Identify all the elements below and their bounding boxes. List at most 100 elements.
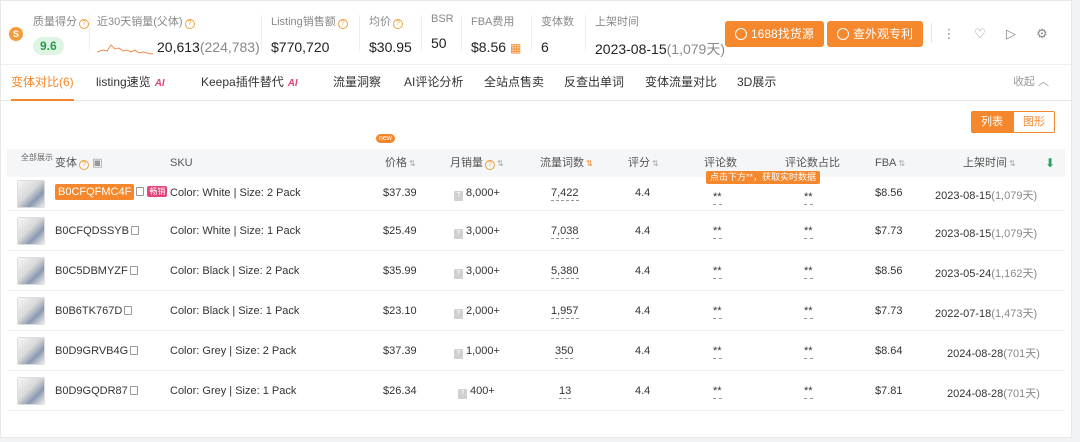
revenue-value: $770,720 <box>271 39 330 55</box>
sales-chart-icon[interactable]: ? <box>454 229 463 239</box>
sales-chart-icon[interactable]: ? <box>458 389 467 399</box>
col-launch[interactable]: 上架时间 ⇅ <box>963 149 1016 178</box>
tab-traffic-insight[interactable]: 流量洞察 <box>333 65 381 101</box>
table-row[interactable]: B0CFQDSSYB Color: White | Size: 1 Pack $… <box>7 211 1065 251</box>
traffic-words-cell[interactable]: 7,038 <box>551 225 579 239</box>
reviews-cell[interactable]: ** <box>713 225 722 239</box>
asin-link[interactable]: B0D9GQDR87 <box>55 385 128 397</box>
settings-icon[interactable]: ⚙ <box>1034 26 1050 42</box>
table-header: 全部展示 变体? ▣ SKU 价格 ⇅ 月销量? ⇅ 流量词数 ⇅ 评分 ⇅ 评论数 评… <box>7 149 1065 177</box>
reviews-cell[interactable]: ** <box>713 191 722 205</box>
tab-3d[interactable]: 3D展示 <box>737 65 776 101</box>
find-source-button[interactable]: 1688找货源 <box>725 21 824 47</box>
sales-chart-icon[interactable]: ? <box>454 269 463 279</box>
sales-chart-icon[interactable]: ? <box>454 309 463 319</box>
rating-cell: 4.4 <box>635 385 651 397</box>
product-thumbnail[interactable] <box>17 257 45 285</box>
asin-link[interactable]: B0CFQDSSYB <box>55 225 129 237</box>
product-thumbnail[interactable] <box>17 337 45 365</box>
list-view-button[interactable]: 列表 <box>971 111 1013 133</box>
asin-cell: B0CFQFMC4F 畅销 <box>55 184 168 200</box>
product-thumbnail[interactable] <box>17 180 45 208</box>
help-icon[interactable]: ? <box>485 160 495 170</box>
col-price[interactable]: 价格 ⇅ <box>385 149 416 178</box>
tab-ai-review[interactable]: AI评论分析 <box>404 65 463 101</box>
table-row[interactable]: B0D9GQDR87 Color: Grey | Size: 1 Pack $2… <box>7 371 1065 411</box>
collapse-button[interactable]: 收起 ︿ <box>1013 65 1049 99</box>
copy-icon[interactable] <box>136 187 145 196</box>
traffic-words-cell[interactable]: 7,422 <box>551 187 579 201</box>
asin-cell: B0CFQDSSYB <box>55 225 139 237</box>
more-icon[interactable]: ⋮ <box>941 26 957 42</box>
asin-link[interactable]: B0CFQFMC4F <box>55 184 135 200</box>
reviews-cell[interactable]: ** <box>713 385 722 399</box>
copy-icon[interactable] <box>124 306 133 315</box>
col-monthly-sales[interactable]: 月销量? ⇅ <box>450 149 504 178</box>
show-all-toggle[interactable]: 全部展示 <box>21 152 53 163</box>
sort-icon[interactable]: ⇅ <box>652 159 659 168</box>
chart-view-button[interactable]: 图形 <box>1013 111 1055 133</box>
tab-listing-overview[interactable]: listing速览 AI <box>96 65 165 101</box>
heart-icon[interactable]: ♡ <box>972 26 988 42</box>
table-row[interactable]: B0B6TK767D Color: Black | Size: 1 Pack $… <box>7 291 1065 331</box>
sort-icon[interactable]: ⇅ <box>898 159 905 168</box>
review-share-cell[interactable]: ** <box>804 265 813 279</box>
tab-keepa[interactable]: Keepa插件替代 AI <box>201 65 298 101</box>
sales-chart-icon[interactable]: ? <box>454 349 463 359</box>
table-row[interactable]: B0C5DBMYZF Color: Black | Size: 2 Pack $… <box>7 251 1065 291</box>
tab-variant-traffic[interactable]: 变体流量对比 <box>645 65 717 101</box>
stat-variants: 变体数 6 <box>541 16 574 55</box>
sort-icon[interactable]: ⇅ <box>586 159 593 168</box>
col-traffic-words[interactable]: 流量词数 ⇅ <box>540 149 593 178</box>
table-row[interactable]: B0D9GRVB4G Color: Grey | Size: 2 Pack $3… <box>7 331 1065 371</box>
product-thumbnail[interactable] <box>17 377 45 405</box>
tab-reverse-keywords[interactable]: 反查出单词 <box>564 65 624 101</box>
sort-icon[interactable]: ⇅ <box>1009 159 1016 168</box>
asin-link[interactable]: B0B6TK767D <box>55 305 122 317</box>
product-thumbnail[interactable] <box>17 217 45 245</box>
copy-icon[interactable] <box>130 346 139 355</box>
reviews-cell[interactable]: ** <box>713 265 722 279</box>
col-rating[interactable]: 评分 ⇅ <box>628 149 659 178</box>
reviews-cell[interactable]: ** <box>713 305 722 319</box>
review-share-cell[interactable]: ** <box>804 345 813 359</box>
sales-sparkline[interactable] <box>97 41 155 55</box>
traffic-words-cell[interactable]: 1,957 <box>551 305 579 319</box>
traffic-words-cell[interactable]: 13 <box>559 385 572 399</box>
export-icon[interactable]: ▣ <box>92 157 102 169</box>
reviews-cell[interactable]: ** <box>713 345 722 359</box>
traffic-words-cell[interactable]: 350 <box>555 345 574 359</box>
help-icon[interactable]: ? <box>184 19 195 29</box>
tab-variant-compare[interactable]: 变体对比(6) <box>11 65 74 101</box>
review-share-cell[interactable]: ** <box>804 225 813 239</box>
sort-icon[interactable]: ⇅ <box>497 159 504 168</box>
col-fba[interactable]: FBA ⇅ <box>875 149 905 178</box>
sales-chart-icon[interactable]: ? <box>454 191 463 201</box>
video-icon[interactable]: ▷ <box>1003 26 1019 42</box>
asin-link[interactable]: B0C5DBMYZF <box>55 265 128 277</box>
help-icon[interactable]: ? <box>393 19 403 29</box>
traffic-words-cell[interactable]: 5,380 <box>551 265 579 279</box>
tab-all-sites[interactable]: 全站点售卖 <box>484 65 544 101</box>
tab-bar: 变体对比(6) listing速览 AI Keepa插件替代 AI 流量洞察 new… <box>1 65 1071 143</box>
rating-cell: 4.4 <box>635 345 651 357</box>
patent-check-button[interactable]: 查外观专利 <box>827 21 924 47</box>
review-share-cell[interactable]: ** <box>804 305 813 319</box>
download-icon[interactable]: ⬇ <box>1045 156 1055 170</box>
review-share-cell[interactable]: ** <box>804 191 813 205</box>
table-row[interactable]: B0CFQFMC4F 畅销 Color: White | Size: 2 Pack… <box>7 177 1065 211</box>
help-icon[interactable]: ? <box>79 160 89 170</box>
calculator-icon[interactable]: ▦ <box>510 41 521 55</box>
sales-cell: ? 8,000+ <box>454 187 500 201</box>
help-icon[interactable]: ? <box>337 19 348 29</box>
review-share-cell[interactable]: ** <box>804 385 813 399</box>
product-thumbnail[interactable] <box>17 297 45 325</box>
copy-icon[interactable] <box>130 226 139 235</box>
copy-icon[interactable] <box>129 266 138 275</box>
sku-cell: Color: Grey | Size: 1 Pack <box>170 385 297 397</box>
copy-icon[interactable] <box>129 386 138 395</box>
sort-icon[interactable]: ⇅ <box>409 159 416 168</box>
asin-link[interactable]: B0D9GRVB4G <box>55 345 128 357</box>
help-icon[interactable]: ? <box>79 19 89 29</box>
bsr-value: 50 <box>431 35 447 51</box>
